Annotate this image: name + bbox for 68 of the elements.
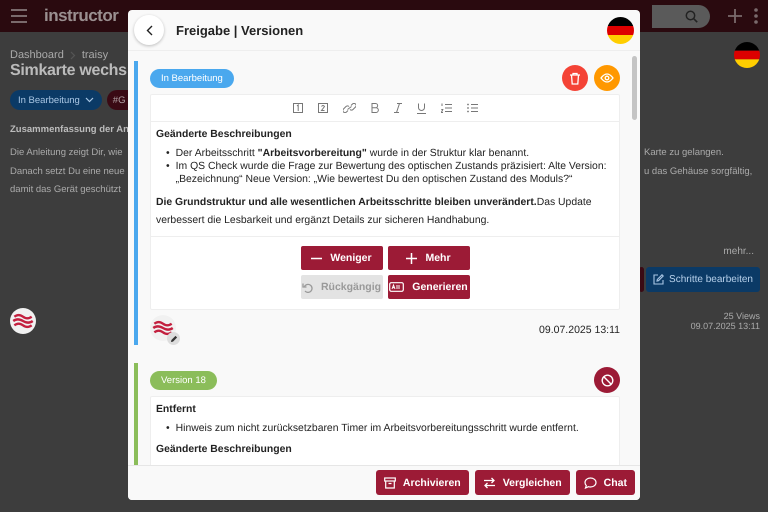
avatar-icon [10,308,36,334]
undo-icon [302,282,313,292]
edit-icon [653,274,664,284]
chat-button[interactable]: Chat [576,470,635,495]
chevron-left-icon [146,24,152,36]
chevron-right-icon [70,50,76,60]
bullet-list-icon[interactable] [466,103,478,113]
plus-icon[interactable] [728,9,742,23]
summary-paragraph: Die Grundstruktur und alle wesentlichen Arbeitsschritte bleiben unverändert.Das Update verbessert die Lesbarkeit und ergänzt Details zur sicheren Handhabung. [156,196,593,228]
section-heading: Entfernt [156,403,197,416]
underline-icon[interactable] [416,102,426,114]
search-icon[interactable] [685,10,698,22]
breadcrumb-link[interactable]: Dashboard [10,49,64,61]
delete-button[interactable] [562,65,588,91]
numbered-list-icon[interactable] [440,103,452,113]
bullet-marker: • [166,160,170,174]
section-heading: Geänderte Beschreibungen [156,443,293,456]
page-title: Simkarte wechs [10,62,127,80]
flag-icon[interactable] [607,16,634,44]
flag-icon[interactable] [734,42,760,68]
menu-icon[interactable] [10,9,28,23]
trash-icon [569,72,581,84]
timestamp: 09.07.2025 13:11 [539,324,620,336]
ai-icon [389,282,404,292]
italic-icon[interactable] [394,103,402,113]
more-link[interactable]: mehr... [723,246,754,256]
change-item: Im QS Check wurde die Frage zur Bewertung des optischen Zustands präzisiert: Alte Version: „Bezeichnung“ Neue Version: „Wie bewertest Du den optischen Zustand des Moduls?“ [176,160,608,186]
link-icon[interactable] [342,103,356,113]
change-item: Der Arbeitsschritt "Arbeitsvorbereitung" wurde in der Struktur klar benannt. [176,147,530,160]
more-options-icon[interactable] [754,8,758,24]
summary-text: u das Gehäuse sorgfältig, [644,166,752,176]
version-badge: Version 18 [150,370,217,390]
back-button[interactable] [134,15,164,45]
version-badge: In Bearbeitung [150,68,234,88]
heading-two-icon[interactable] [318,103,328,113]
more-button[interactable]: Mehr [388,246,470,270]
dialog-title: Freigabe | Versionen [176,22,304,38]
pencil-icon [170,334,178,342]
plus-icon [406,252,418,264]
compare-button[interactable]: Vergleichen [474,470,570,495]
summary-text: Danach setzt Du eine neue [10,164,125,178]
change-item: Hinweis zum nicht zurücksetzbaren Timer im Arbeitsvorbereitungsschritt wurde entfernt. [176,422,579,435]
generate-button[interactable]: Generieren [388,275,470,299]
section-heading: Geänderte Beschreibungen [156,128,293,141]
bold-icon[interactable] [370,103,378,113]
breadcrumb-link[interactable]: traisy [82,49,108,61]
status-dropdown[interactable]: In Bearbeitung [10,90,102,110]
archive-button[interactable]: Archivieren [376,470,469,495]
date-text: 09.07.2025 13:11 [690,320,760,330]
less-button[interactable]: Weniger [300,246,382,270]
summary-text: Die Anleitung zeigt Dir, wie [10,146,122,160]
eye-icon [600,73,614,83]
edit-steps-button[interactable]: Schritte bearbeiten [646,266,760,292]
chevron-down-icon [84,97,94,103]
app-logo[interactable]: instructor [44,6,118,26]
summary-text: damit das Gerät geschützt [10,183,121,197]
block-icon [600,374,614,386]
bullet-marker: • [166,147,170,160]
chat-bubble-icon [584,476,597,488]
heading-one-icon[interactable] [292,103,302,113]
swap-arrows-icon [482,476,496,488]
search-field[interactable] [652,4,710,28]
bullet-marker: • [166,422,170,435]
block-button[interactable] [594,367,620,393]
view-count: 25 Views [722,310,760,320]
archive-box-icon [384,476,396,488]
summary-text: Karte zu gelangen. [644,147,724,158]
tag-pill[interactable]: #G [106,90,128,110]
